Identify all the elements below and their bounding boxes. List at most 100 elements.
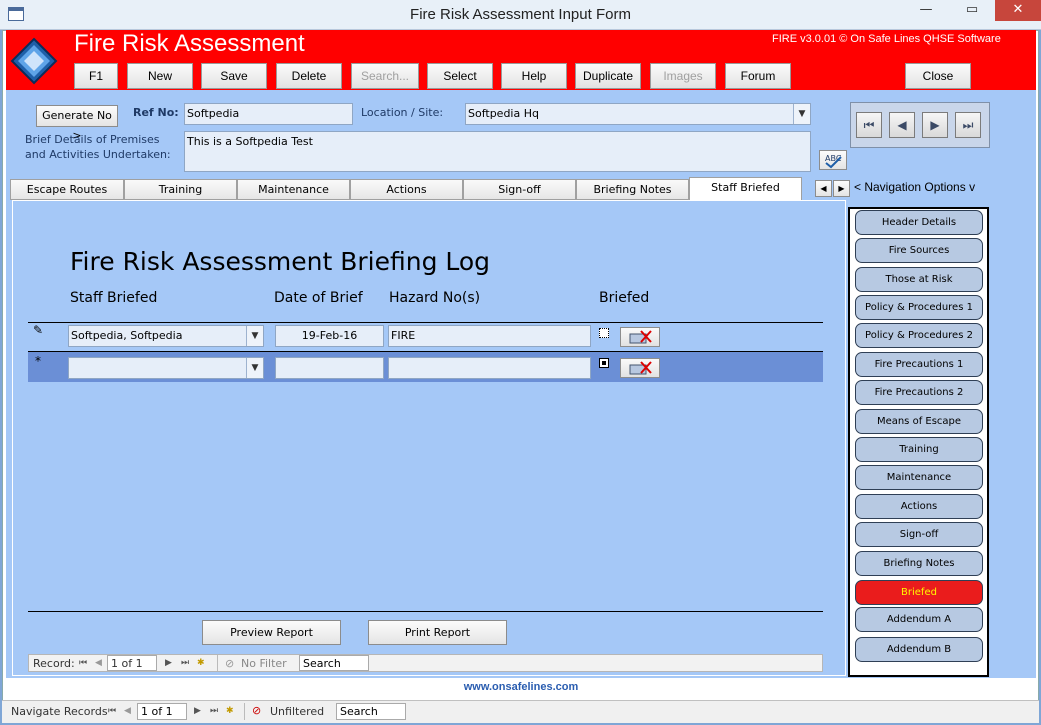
last-record-icon[interactable]: ⏭ (181, 658, 189, 668)
delete-row-button[interactable] (620, 327, 660, 347)
navigate-position-input[interactable]: 1 of 1 (137, 703, 187, 720)
tab-actions[interactable]: Actions (350, 179, 463, 200)
last-record-icon[interactable]: ⏭ (210, 706, 218, 716)
hazard-input[interactable]: FIRE (388, 325, 591, 347)
save-button[interactable]: Save (201, 63, 267, 89)
f1-button[interactable]: F1 (74, 63, 118, 89)
nav-addendum-a[interactable]: Addendum A (855, 607, 983, 632)
next-record-icon[interactable]: ▶ (165, 658, 172, 668)
location-select[interactable]: Softpedia Hq ▼ (465, 103, 811, 125)
close-button[interactable]: Close (905, 63, 971, 89)
tab-sign-off[interactable]: Sign-off (463, 179, 576, 200)
navigate-records-bar: Navigate Records ⏮ ◀ 1 of 1 ▶ ⏭ ✱ ⊘ Unfi… (2, 700, 1039, 723)
window-titlebar: Fire Risk Assessment Input Form (0, 0, 1041, 30)
tab-briefing-notes[interactable]: Briefing Notes (576, 179, 689, 200)
tab-maintenance[interactable]: Maintenance (237, 179, 350, 200)
print-report-button[interactable]: Print Report (368, 620, 507, 645)
nav-policy-procedures-1[interactable]: Policy & Procedures 1 (855, 295, 983, 320)
tab-escape-routes[interactable]: Escape Routes (10, 179, 124, 200)
date-input[interactable]: 19-Feb-16 (275, 325, 384, 347)
ref-no-input[interactable]: Softpedia (184, 103, 353, 125)
preview-report-button[interactable]: Preview Report (202, 620, 341, 645)
tab-scroll-left-button[interactable]: ◀ (815, 180, 832, 197)
nav-fire-sources[interactable]: Fire Sources (855, 238, 983, 263)
chevron-down-icon[interactable]: ▼ (246, 358, 263, 378)
column-header-briefed: Briefed (599, 290, 650, 306)
nav-briefing-notes[interactable]: Briefing Notes (855, 551, 983, 576)
search-button[interactable]: Search... (351, 63, 419, 89)
previous-record-button[interactable]: ◀ (889, 112, 915, 138)
images-button[interactable]: Images (650, 63, 716, 89)
maximize-button[interactable]: ▭ (949, 0, 995, 21)
delete-row-icon (629, 361, 652, 375)
details-textarea[interactable]: This is a Softpedia Test (184, 131, 811, 172)
nav-sign-off[interactable]: Sign-off (855, 522, 983, 547)
subform-record-bar: Record: ⏮ ◀ 1 of 1 ▶ ⏭ ✱ ⊘ No Filter Sea… (28, 654, 823, 672)
record-position-input[interactable]: 1 of 1 (107, 655, 157, 671)
duplicate-button[interactable]: Duplicate (575, 63, 641, 89)
nav-briefed[interactable]: Briefed (855, 580, 983, 605)
first-record-icon[interactable]: ⏮ (79, 658, 87, 668)
generate-number-button[interactable]: Generate No > (36, 105, 118, 142)
nav-fire-precautions-1[interactable]: Fire Precautions 1 (855, 352, 983, 377)
nav-training[interactable]: Training (855, 437, 983, 462)
nav-header-details[interactable]: Header Details (855, 210, 983, 235)
location-label: Location / Site: (361, 106, 444, 119)
app-version: FIRE v3.0.01 © On Safe Lines QHSE Softwa… (772, 33, 1001, 45)
select-button[interactable]: Select (427, 63, 493, 89)
spellcheck-button[interactable]: ABC (819, 150, 847, 170)
spellcheck-icon: ABC (825, 154, 842, 169)
nav-those-at-risk[interactable]: Those at Risk (855, 267, 983, 292)
help-button[interactable]: Help (501, 63, 567, 89)
window-title: Fire Risk Assessment Input Form (410, 6, 631, 23)
new-button[interactable]: New (127, 63, 193, 89)
tab-staff-briefed[interactable]: Staff Briefed (689, 177, 802, 201)
last-record-button[interactable]: ⏭ (955, 112, 981, 138)
filter-status-button[interactable]: Unfiltered (270, 705, 324, 718)
first-record-icon[interactable]: ⏮ (108, 706, 116, 716)
nav-means-of-escape[interactable]: Means of Escape (855, 409, 983, 434)
previous-record-icon[interactable]: ◀ (124, 706, 131, 716)
nav-addendum-b[interactable]: Addendum B (855, 637, 983, 662)
nav-actions[interactable]: Actions (855, 494, 983, 519)
app-form-icon[interactable] (8, 7, 24, 21)
record-selector-edit[interactable]: ✎ (28, 323, 48, 337)
chevron-down-icon[interactable]: ▼ (246, 326, 263, 346)
delete-button[interactable]: Delete (276, 63, 342, 89)
tab-scroll-right-button[interactable]: ▶ (833, 180, 850, 197)
nav-fire-precautions-2[interactable]: Fire Precautions 2 (855, 380, 983, 405)
briefed-checkbox-new[interactable] (599, 358, 609, 368)
date-input-new[interactable] (275, 357, 384, 379)
navigate-search-input[interactable]: Search (336, 703, 406, 720)
row-divider (28, 322, 823, 323)
chevron-down-icon[interactable]: ▼ (793, 104, 810, 124)
minimize-button[interactable]: — (903, 0, 949, 21)
new-record-icon[interactable]: ✱ (197, 658, 205, 668)
record-bar-label: Record: (33, 657, 75, 670)
staff-select[interactable]: Softpedia, Softpedia ▼ (68, 325, 264, 347)
staff-select-new[interactable]: ▼ (68, 357, 264, 379)
website-link[interactable]: www.onsafelines.com (6, 678, 1036, 696)
navigation-options-toggle[interactable]: < Navigation Options v (854, 180, 975, 194)
filter-status-button[interactable]: No Filter (241, 657, 287, 670)
first-record-button[interactable]: ⏮ (856, 112, 882, 138)
nav-maintenance[interactable]: Maintenance (855, 465, 983, 490)
ref-no-label: Ref No: (133, 106, 179, 119)
previous-record-icon[interactable]: ◀ (95, 658, 102, 668)
briefed-checkbox[interactable] (599, 328, 609, 338)
tab-training[interactable]: Training (124, 179, 237, 200)
next-record-icon[interactable]: ▶ (194, 706, 201, 716)
hazard-input-new[interactable] (388, 357, 591, 379)
new-record-icon[interactable]: ✱ (226, 706, 234, 716)
delete-row-button-new[interactable] (620, 358, 660, 378)
separator (244, 703, 245, 720)
nav-policy-procedures-2[interactable]: Policy & Procedures 2 (855, 323, 983, 348)
column-header-date: Date of Brief (274, 290, 363, 306)
window-close-button[interactable]: ✕ (995, 0, 1041, 21)
forum-button[interactable]: Forum (725, 63, 791, 89)
next-record-button[interactable]: ▶ (922, 112, 948, 138)
column-header-staff: Staff Briefed (70, 290, 158, 306)
navigate-records-label: Navigate Records (11, 705, 108, 718)
record-search-input[interactable]: Search (299, 655, 369, 671)
record-selector-new[interactable]: * (28, 354, 48, 368)
